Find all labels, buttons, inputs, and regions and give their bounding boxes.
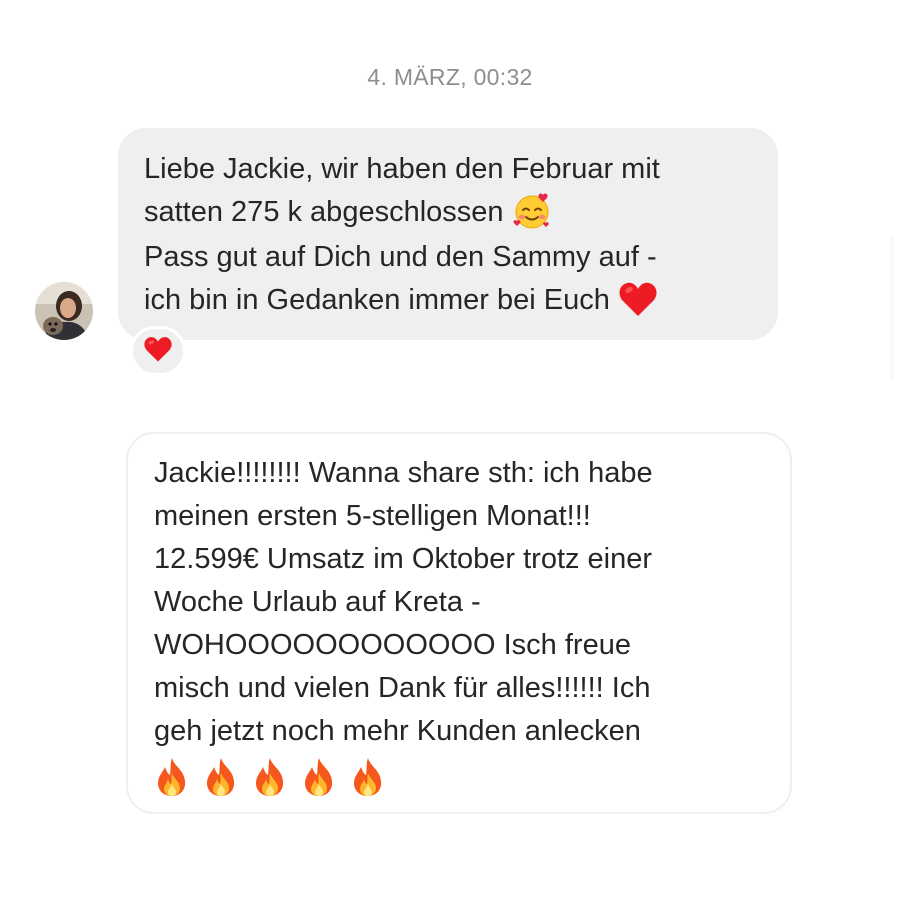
fire-icon — [252, 757, 288, 810]
red-heart-icon — [143, 335, 173, 368]
message-timestamp: 4. MÄRZ, 00:32 — [367, 64, 533, 90]
avatar[interactable] — [35, 282, 93, 340]
message-line: meinen ersten 5-stelligen Monat!!! — [154, 500, 591, 532]
fire-icon — [350, 757, 386, 810]
edge-shadow — [890, 235, 894, 380]
smiling-face-with-hearts-icon — [512, 191, 552, 236]
message-bubble[interactable]: Jackie!!!!!!!! Wanna share sth: ich habe… — [126, 432, 792, 814]
fire-icon — [203, 757, 239, 810]
message-line: Pass gut auf Dich und den Sammy auf - — [144, 241, 657, 273]
message-line: 12.599€ Umsatz im Oktober trotz einer — [154, 543, 653, 575]
fire-icon — [301, 757, 337, 810]
chat-thread: 4. MÄRZ, 00:32 Liebe Jackie, wir haben d… — [0, 0, 900, 900]
message-line: ich bin in Gedanken immer bei Euch — [144, 279, 778, 323]
fire-emoji-row — [154, 757, 790, 810]
message-line: Liebe Jackie, wir haben den Februar mit — [144, 153, 660, 185]
message-line: WOHOOOOOOOOOOOO Isch freue — [154, 629, 631, 661]
message-line: geh jetzt noch mehr Kunden anlecken — [154, 715, 641, 747]
incoming-message-bubble[interactable]: Liebe Jackie, wir haben den Februar mit … — [118, 128, 778, 340]
fire-icon — [154, 757, 190, 810]
message-line: satten 275 k abgeschlossen — [144, 191, 778, 236]
message-line: misch und vielen Dank für alles!!!!!! Ic… — [154, 672, 651, 704]
red-heart-icon — [618, 280, 658, 323]
message-line: Jackie!!!!!!!! Wanna share sth: ich habe — [154, 457, 653, 489]
heart-reaction-badge[interactable] — [130, 326, 186, 376]
message-line: Woche Urlaub auf Kreta - — [154, 586, 481, 618]
